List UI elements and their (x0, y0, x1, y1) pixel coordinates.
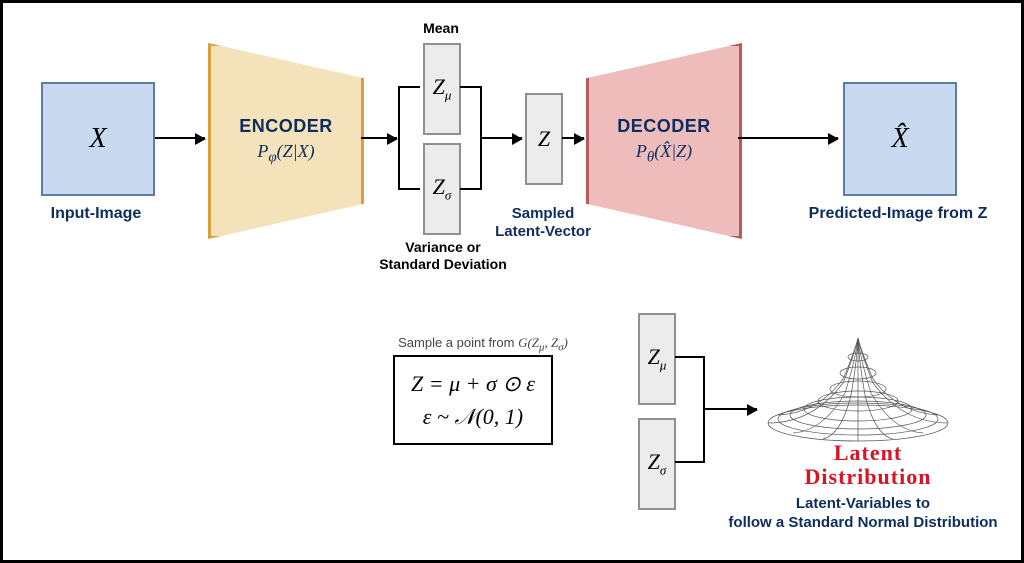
arrow-z-decoder (562, 137, 584, 139)
encoder-subscript: Pφ(Z|X) (257, 141, 314, 161)
input-image-box: X (41, 82, 155, 196)
output-image-label: Predicted-Image from Z (793, 205, 1003, 223)
decoder-block: DECODER Pθ(X̂|Z) (586, 43, 742, 239)
latent-distribution-title: LatentDistribution (778, 441, 958, 489)
sample-caption: Sample a point from G(Zμ, Zσ) (373, 335, 593, 354)
latent-distribution-caption: Latent-Variables tofollow a Standard Nor… (723, 495, 1003, 533)
output-symbol: X̂ (891, 123, 908, 155)
bracket-right-top (460, 86, 482, 88)
z-symbol: Z (538, 126, 550, 152)
arrow-decoder-output (738, 137, 838, 139)
z-mu-symbol: Zμ (433, 74, 452, 103)
input-symbol: X (89, 123, 106, 155)
formula-line-2: ε ~ 𝒩(0, 1) (411, 400, 535, 433)
reparameterization-formula: Z = μ + σ ⊙ ε ε ~ 𝒩(0, 1) (393, 355, 553, 445)
bottom-z-sigma-symbol: Zσ (648, 449, 667, 478)
z-sigma-box: Zσ (423, 143, 461, 235)
arrow-merge-z (482, 137, 522, 139)
decoder-title: DECODER (617, 116, 711, 137)
encoder-block: ENCODER Pφ(Z|X) (208, 43, 364, 239)
decoder-subscript: Pθ(X̂|Z) (636, 141, 692, 161)
bracket2-bot (675, 461, 705, 463)
bracket-left-top (398, 86, 420, 88)
gaussian-surface-icon (763, 323, 953, 433)
vae-diagram: X Input-Image ENCODER Pφ(Z|X) Zμ Mean Zσ… (0, 0, 1024, 563)
formula-line-1: Z = μ + σ ⊙ ε (411, 367, 535, 400)
bottom-z-sigma-box: Zσ (638, 418, 676, 510)
sampled-latent-label: SampledLatent-Vector (488, 205, 598, 241)
bottom-z-mu-box: Zμ (638, 313, 676, 405)
output-image-box: X̂ (843, 82, 957, 196)
bracket-left-bot (398, 188, 420, 190)
z-sigma-symbol: Zσ (433, 174, 452, 203)
input-image-label: Input-Image (21, 205, 171, 223)
arrow-encoder-split (361, 137, 397, 139)
bracket2-top (675, 356, 705, 358)
z-box: Z (525, 93, 563, 185)
variance-label: Variance orStandard Deviation (373, 239, 513, 273)
mean-label: Mean (405, 20, 477, 36)
z-mu-box: Zμ (423, 43, 461, 135)
arrow-input-encoder (155, 137, 205, 139)
bracket-right-bot (460, 188, 482, 190)
arrow-to-distribution (705, 408, 757, 410)
encoder-title: ENCODER (239, 116, 333, 137)
bracket-left-v (398, 86, 400, 190)
bottom-z-mu-symbol: Zμ (648, 344, 667, 373)
